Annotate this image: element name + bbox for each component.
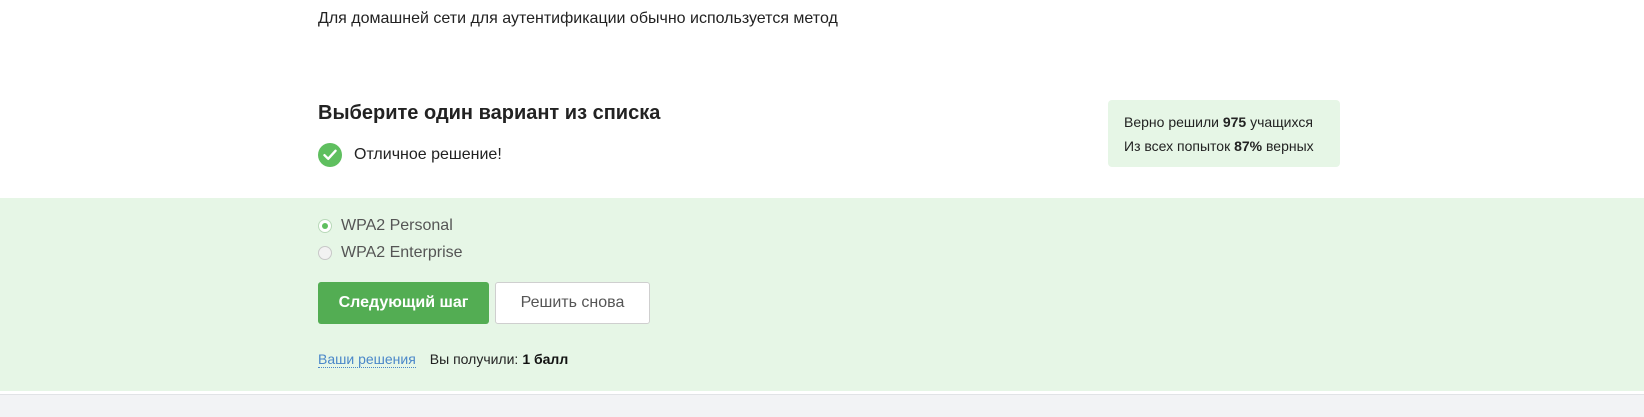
stats-solved-prefix: Верно решили	[1124, 114, 1219, 130]
stats-correct-percent: 87%	[1234, 138, 1263, 154]
retry-button[interactable]: Решить снова	[495, 282, 650, 324]
option-wpa2-personal[interactable]: WPA2 Personal	[318, 215, 453, 237]
radio-selected[interactable]	[318, 219, 332, 233]
score-value: 1 балл	[522, 351, 569, 367]
option-label: WPA2 Enterprise	[341, 244, 463, 261]
stats-correct-suffix: верных	[1266, 138, 1314, 154]
stats-correct-prefix: Из всех попыток	[1124, 138, 1231, 154]
result-feedback: Отличное решение!	[318, 143, 502, 167]
option-wpa2-enterprise[interactable]: WPA2 Enterprise	[318, 242, 463, 264]
stats-correct-line: Из всех попыток 87% верных	[1124, 134, 1340, 158]
score-label: Вы получили:	[429, 351, 519, 367]
result-text: Отличное решение!	[354, 146, 502, 163]
stats-panel: Верно решили 975 учащихся Из всех попыто…	[1108, 100, 1340, 167]
bottom-divider-strip	[0, 394, 1644, 417]
answer-area: WPA2 Personal WPA2 Enterprise Следующий …	[0, 198, 1644, 391]
quiz-instruction-title: Выберите один вариант из списка	[318, 102, 661, 124]
stats-solved-suffix: учащихся	[1250, 114, 1313, 130]
radio-unselected[interactable]	[318, 246, 332, 260]
stats-solved-count: 975	[1222, 114, 1247, 130]
your-solutions-link[interactable]: Ваши решения	[318, 351, 416, 368]
next-step-button[interactable]: Следующий шаг	[318, 282, 489, 324]
submission-footer: Ваши решения Вы получили: 1 балл	[318, 351, 568, 368]
stats-solved-line: Верно решили 975 учащихся	[1124, 110, 1340, 134]
question-text: Для домашней сети для аутентификации обы…	[318, 10, 838, 27]
option-label: WPA2 Personal	[341, 217, 453, 234]
check-circle-icon	[318, 143, 342, 167]
